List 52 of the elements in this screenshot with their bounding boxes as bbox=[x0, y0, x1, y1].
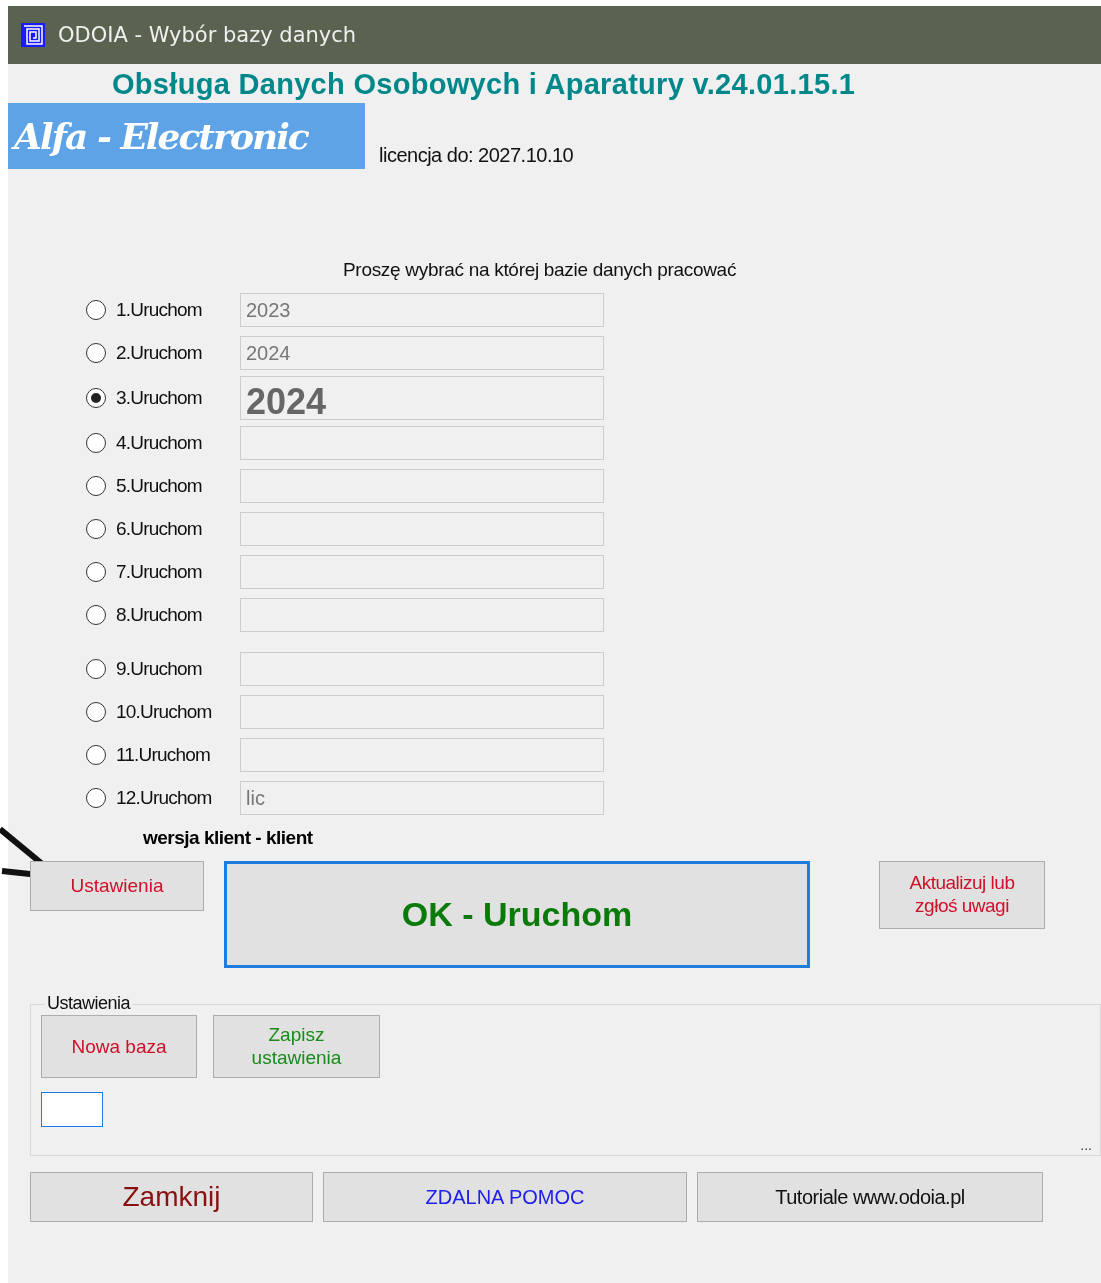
radio-button[interactable] bbox=[86, 476, 106, 496]
database-field[interactable] bbox=[240, 652, 604, 686]
update-button[interactable]: Aktualizuj lub zgłoś uwagi bbox=[879, 861, 1045, 929]
radio-button[interactable] bbox=[86, 433, 106, 453]
database-field[interactable]: lic bbox=[240, 781, 604, 815]
prompt-text: Proszę wybrać na której bazie danych pracować bbox=[343, 259, 738, 281]
database-field[interactable]: 2024 bbox=[240, 336, 604, 370]
radio-label[interactable]: 6.Uruchom bbox=[116, 518, 202, 540]
radio-label[interactable]: 10.Uruchom bbox=[116, 701, 212, 723]
help-button[interactable]: ZDALNA POMOC bbox=[323, 1172, 687, 1222]
radio-label[interactable]: 2.Uruchom bbox=[116, 342, 202, 364]
database-field[interactable] bbox=[240, 512, 604, 546]
more-text: ... bbox=[1080, 1137, 1092, 1153]
database-field[interactable] bbox=[240, 426, 604, 460]
radio-label[interactable]: 8.Uruchom bbox=[116, 604, 202, 626]
license-text: licencja do: 2027.10.10 bbox=[379, 144, 574, 168]
logo-banner: Alfa - Electronic bbox=[8, 103, 365, 169]
ok-button[interactable]: OK - Uruchom bbox=[224, 861, 810, 968]
radio-label[interactable]: 3.Uruchom bbox=[116, 387, 202, 409]
radio-button[interactable] bbox=[86, 343, 106, 363]
radio-button[interactable] bbox=[86, 605, 106, 625]
database-field[interactable] bbox=[240, 738, 604, 772]
new-database-button[interactable]: Nowa baza bbox=[41, 1015, 197, 1078]
radio-label[interactable]: 1.Uruchom bbox=[116, 299, 202, 321]
close-button[interactable]: Zamknij bbox=[30, 1172, 313, 1222]
database-field[interactable]: 2024 bbox=[240, 376, 604, 420]
radio-button[interactable] bbox=[86, 300, 106, 320]
settings-button[interactable]: Ustawienia bbox=[30, 861, 204, 911]
radio-label[interactable]: 7.Uruchom bbox=[116, 561, 202, 583]
input-field[interactable] bbox=[41, 1092, 103, 1127]
radio-button[interactable] bbox=[86, 745, 106, 765]
version-text: wersja klient - klient bbox=[143, 827, 314, 849]
radio-label[interactable]: 12.Uruchom bbox=[116, 787, 212, 809]
radio-label[interactable]: 5.Uruchom bbox=[116, 475, 202, 497]
database-field[interactable] bbox=[240, 555, 604, 589]
link-button[interactable]: Tutoriale www.odoia.pl bbox=[697, 1172, 1043, 1222]
radio-button[interactable] bbox=[86, 388, 106, 408]
radio-button[interactable] bbox=[86, 562, 106, 582]
radio-button[interactable] bbox=[86, 788, 106, 808]
radio-label[interactable]: 11.Uruchom bbox=[116, 744, 211, 766]
radio-label[interactable]: 9.Uruchom bbox=[116, 658, 202, 680]
spiral-icon bbox=[20, 22, 46, 48]
database-field[interactable]: 2023 bbox=[240, 293, 604, 327]
database-field[interactable] bbox=[240, 598, 604, 632]
radio-button[interactable] bbox=[86, 659, 106, 679]
radio-label[interactable]: 4.Uruchom bbox=[116, 432, 202, 454]
radio-button[interactable] bbox=[86, 519, 106, 539]
database-field[interactable] bbox=[240, 695, 604, 729]
radio-button[interactable] bbox=[86, 702, 106, 722]
app-title: Obsługa Danych Osobowych i Aparatury v.24.01.15.1 bbox=[111, 67, 857, 101]
database-field[interactable] bbox=[240, 469, 604, 503]
window-title: ODOIA - Wybór bazy danych bbox=[58, 23, 357, 47]
